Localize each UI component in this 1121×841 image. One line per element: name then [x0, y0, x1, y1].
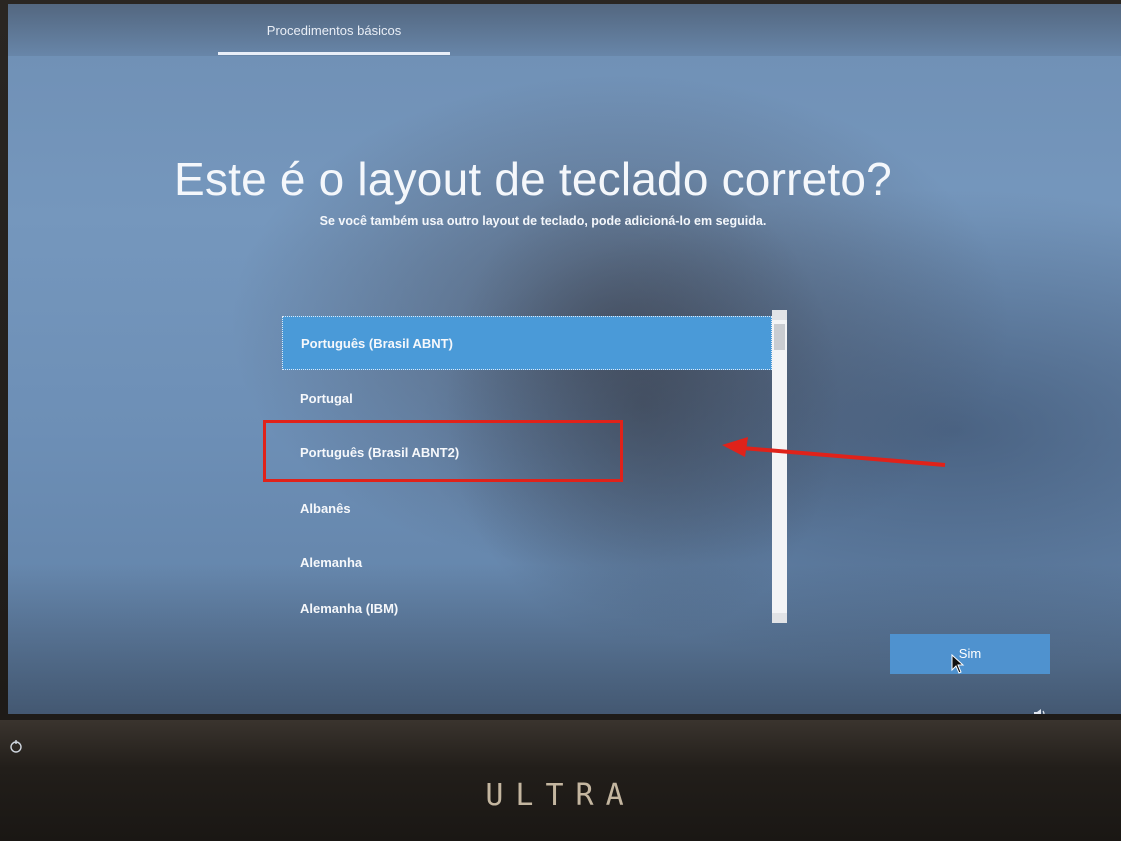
scroll-down-arrow[interactable] [772, 613, 787, 623]
annotation-arrow-icon [722, 437, 946, 467]
tab-procedimentos-basicos[interactable]: Procedimentos básicos [218, 18, 450, 54]
list-item[interactable]: Alemanha (IBM) [282, 582, 772, 623]
mouse-cursor-icon [951, 654, 965, 674]
top-bar [8, 4, 1121, 56]
list-item[interactable]: Portugal [282, 372, 772, 426]
sim-button[interactable]: Sim [890, 634, 1050, 674]
list-item[interactable]: Português (Brasil ABNT) [282, 316, 772, 370]
scrollbar-thumb[interactable] [774, 324, 785, 350]
page-title: Este é o layout de teclado correto? [174, 153, 892, 205]
page-subtitle: Se você também usa outro layout de tecla… [319, 214, 767, 228]
volume-icon[interactable] [1033, 708, 1047, 714]
scroll-up-arrow[interactable] [772, 310, 787, 320]
device-brand-logo: ULTRA [485, 778, 636, 813]
tab-active-indicator [218, 52, 450, 55]
oobe-screen: Procedimentos básicos Este é o layout de… [8, 4, 1121, 714]
ease-of-access-icon[interactable] [8, 738, 24, 754]
list-item[interactable]: Albanês [282, 482, 772, 536]
annotation-highlight-box [263, 420, 623, 482]
